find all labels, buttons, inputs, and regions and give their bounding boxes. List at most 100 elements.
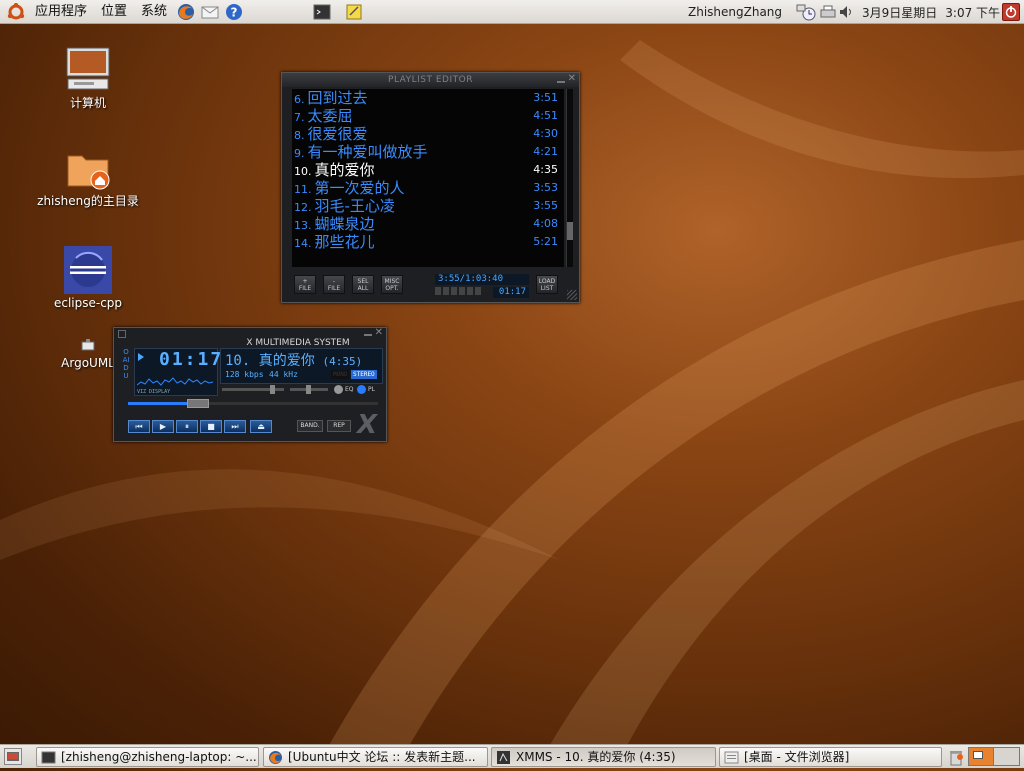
playlist-toggle[interactable] <box>357 385 366 394</box>
terminal-icon <box>41 750 56 765</box>
eq-toggle[interactable] <box>334 385 343 394</box>
xmms-logo[interactable]: X <box>357 410 377 440</box>
desktop-icon-label: ArgoUML <box>61 356 115 370</box>
printer-icon[interactable] <box>818 2 838 22</box>
playlist-track[interactable]: 9. 有一种爱叫做放手 4:21 <box>292 143 564 161</box>
user-name[interactable]: ZhishengZhang <box>688 5 782 19</box>
close-icon[interactable]: ✕ <box>568 74 576 84</box>
playlist-editor-window: PLAYLIST EDITOR ✕ 6. 回到过去 3:51 7. 太委屈 4:51 8. 很… <box>281 72 580 303</box>
resize-grip-icon[interactable] <box>567 290 577 300</box>
playlist-track[interactable]: 11. 第一次爱的人 3:53 <box>292 179 564 197</box>
mini-stop-icon[interactable] <box>459 287 465 295</box>
menu-system[interactable]: 系统 <box>134 0 174 24</box>
mini-eject-icon[interactable] <box>475 287 481 295</box>
task-xmms[interactable]: XMMS - 10. 真的爱你 (4:35) <box>491 747 716 767</box>
balance-knob[interactable] <box>306 385 311 394</box>
stereo-indicator: STEREO <box>351 370 377 379</box>
task-terminal[interactable]: [zhisheng@zhisheng-laptop: ~... <box>36 747 259 767</box>
play-button[interactable]: ▶ <box>152 420 174 433</box>
pause-button[interactable]: ⏸ <box>176 420 198 433</box>
volume-slider[interactable] <box>222 385 284 394</box>
playlist-scrollbar[interactable] <box>566 89 573 267</box>
desktop-icon-label: 计算机 <box>69 96 106 110</box>
playlist-track[interactable]: 6. 回到过去 3:51 <box>292 89 564 107</box>
track-duration: 4:08 <box>533 217 558 230</box>
prev-button[interactable]: ⏮ <box>128 420 150 433</box>
seek-bar[interactable] <box>128 399 378 408</box>
workspace-switcher[interactable] <box>968 747 1020 766</box>
playlist-track[interactable]: 10. 真的爱你 4:35 <box>292 161 564 179</box>
svg-text:?: ? <box>231 5 238 19</box>
elapsed-time[interactable]: 01:17 <box>159 349 223 370</box>
desktop-icon-home[interactable]: zhisheng的主目录 <box>33 150 143 209</box>
mini-pause-icon[interactable] <box>451 287 457 295</box>
mail-icon[interactable] <box>200 2 220 22</box>
shuffle-button[interactable]: BAND. <box>297 420 323 432</box>
playlist-track[interactable]: 7. 太委屈 4:51 <box>292 107 564 125</box>
player-shade-icon[interactable] <box>364 330 372 336</box>
playlist-track[interactable]: 8. 很爱很爱 4:30 <box>292 125 564 143</box>
track-title: 有一种爱叫做放手 <box>307 143 428 161</box>
next-button[interactable]: ⏭ <box>224 420 246 433</box>
task-label: [桌面 - 文件浏览器] <box>744 750 850 764</box>
ubuntu-logo-icon[interactable] <box>6 2 26 22</box>
load-list-button[interactable]: LOAD LIST <box>536 275 558 294</box>
mini-play-icon[interactable] <box>443 287 449 295</box>
balance-slider[interactable] <box>290 385 328 394</box>
help-icon[interactable]: ? <box>224 2 244 22</box>
mini-prev-icon[interactable] <box>435 287 441 295</box>
song-info-panel: 10. 真的爱你 (4:35) 128 kbps 44 kHz MONO STE… <box>220 348 383 384</box>
track-number: 10. <box>294 165 312 178</box>
visualizer[interactable] <box>137 373 215 389</box>
remove-file-button[interactable]: - FILE <box>323 275 345 294</box>
viz-label: VIZ DISPLAY <box>137 389 171 395</box>
player-close-icon[interactable]: ✕ <box>375 328 383 338</box>
task-file-browser[interactable]: [桌面 - 文件浏览器] <box>719 747 942 767</box>
shade-icon[interactable] <box>557 75 565 83</box>
bitrate: 128 kbps <box>225 370 264 379</box>
track-number: 7. <box>294 111 305 124</box>
playlist-track-list[interactable]: 6. 回到过去 3:51 7. 太委屈 4:51 8. 很爱很爱 4:30 9. 有一种爱叫做放手 4… <box>292 89 564 267</box>
mini-next-icon[interactable] <box>467 287 473 295</box>
playlist-title[interactable]: PLAYLIST EDITOR <box>282 73 579 87</box>
track-title: 太委屈 <box>307 107 353 125</box>
task-firefox[interactable]: [Ubuntu中文 论坛 :: 发表新主题... <box>263 747 488 767</box>
notes-launcher-icon[interactable] <box>344 2 364 22</box>
playlist-track[interactable]: 14. 那些花儿 5:21 <box>292 233 564 251</box>
eject-button[interactable]: ⏏ <box>250 420 272 433</box>
workspace-2[interactable] <box>994 748 1019 765</box>
playlist-track[interactable]: 13. 蝴蝶泉边 4:08 <box>292 215 564 233</box>
terminal-launcher-icon[interactable] <box>312 2 332 22</box>
playlist-mini-controls[interactable] <box>435 287 491 297</box>
stop-button[interactable]: ■ <box>200 420 222 433</box>
repeat-button[interactable]: REP <box>327 420 351 432</box>
show-desktop-icon[interactable] <box>4 748 22 765</box>
playlist-track[interactable]: 12. 羽毛-王心凌 3:55 <box>292 197 564 215</box>
player-menu-icon[interactable] <box>118 330 126 338</box>
menu-applications[interactable]: 应用程序 <box>28 0 94 24</box>
trash-icon[interactable] <box>946 747 966 767</box>
desktop-icon-computer[interactable]: 计算机 <box>33 46 143 111</box>
misc-options-button[interactable]: MISC OPT. <box>381 275 403 294</box>
select-all-button[interactable]: SEL ALL <box>352 275 374 294</box>
date-display[interactable]: 3月9日星期日 <box>862 4 937 21</box>
player-title[interactable]: X MULTIMEDIA SYSTEM <box>218 338 378 348</box>
seek-knob[interactable] <box>187 399 209 408</box>
time-display[interactable]: 3:07 下午 <box>945 4 1000 21</box>
track-duration: 3:51 <box>533 91 558 104</box>
desktop-icon-eclipse[interactable]: eclipse-cpp <box>33 246 143 310</box>
playlist-scrollbar-thumb[interactable] <box>567 222 573 240</box>
volume-knob[interactable] <box>270 385 275 394</box>
argouml-icon <box>80 338 96 354</box>
workspace-1[interactable] <box>969 748 994 765</box>
volume-icon[interactable] <box>838 2 856 22</box>
menu-places[interactable]: 位置 <box>94 0 134 24</box>
firefox-icon[interactable] <box>176 2 196 22</box>
song-title[interactable]: 10. 真的爱你 (4:35) <box>225 350 362 370</box>
task-label: [Ubuntu中文 论坛 :: 发表新主题... <box>288 750 476 764</box>
shutdown-icon[interactable] <box>1002 3 1020 21</box>
network-icon[interactable] <box>796 2 818 22</box>
add-file-button[interactable]: + FILE <box>294 275 316 294</box>
track-duration: 3:53 <box>533 181 558 194</box>
file-browser-icon <box>724 750 739 765</box>
